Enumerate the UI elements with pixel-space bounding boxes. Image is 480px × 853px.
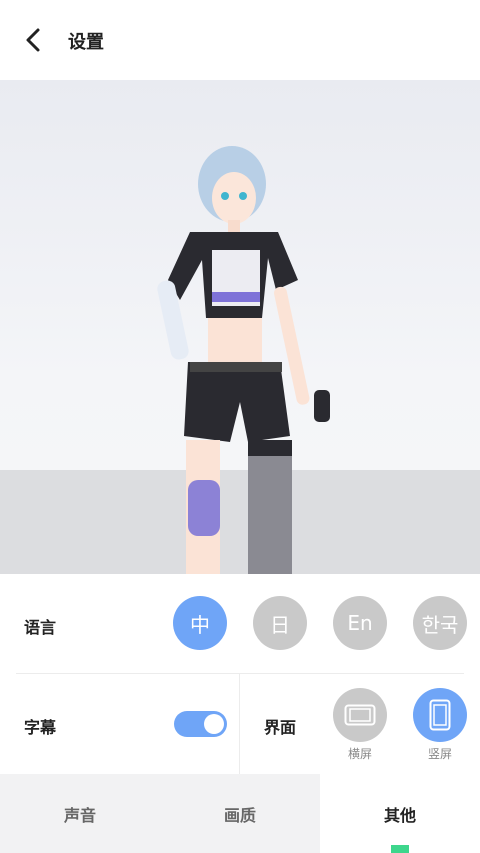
landscape-button[interactable] (333, 688, 387, 742)
character-model (157, 146, 330, 574)
settings-panel: 语言 中 日 En 한국 字幕 界面 横屏 竖屏 (0, 574, 480, 774)
back-button[interactable] (16, 22, 52, 58)
page-title: 设置 (68, 32, 104, 53)
character-preview (0, 80, 480, 574)
divider (16, 673, 464, 674)
tab-other[interactable]: 其他 (320, 774, 480, 853)
portrait-icon (429, 699, 451, 731)
portrait-button[interactable] (413, 688, 467, 742)
language-option-korean[interactable]: 한국 (413, 596, 467, 650)
subtitle-toggle[interactable] (174, 711, 227, 737)
toggle-knob (204, 714, 224, 734)
landscape-icon (344, 704, 376, 726)
language-option-english[interactable]: En (333, 596, 387, 650)
settings-tabs: 声音 画质 其他 (0, 774, 480, 853)
language-option-chinese[interactable]: 中 (173, 596, 227, 650)
language-label: 语言 (24, 618, 57, 637)
active-tab-indicator (391, 845, 409, 853)
subtitle-label: 字幕 (24, 718, 57, 737)
tab-sound[interactable]: 声音 (0, 774, 160, 853)
header: 设置 (0, 0, 480, 80)
divider (239, 674, 240, 774)
chevron-left-icon (26, 28, 40, 52)
landscape-label: 横屏 (347, 747, 372, 761)
tab-graphics[interactable]: 画质 (160, 774, 320, 853)
orientation-label: 界面 (264, 718, 297, 737)
language-option-japanese[interactable]: 日 (253, 596, 307, 650)
portrait-label: 竖屏 (427, 747, 452, 761)
